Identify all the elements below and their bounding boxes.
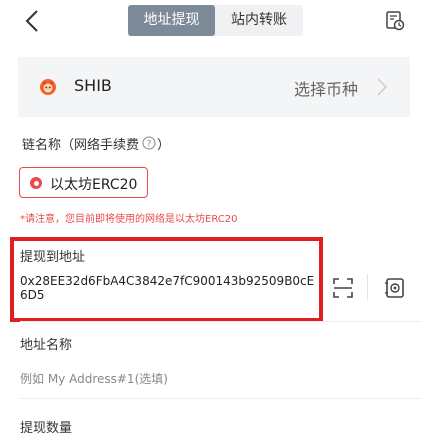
divider <box>20 321 422 322</box>
back-arrow-icon[interactable] <box>22 8 44 34</box>
chevron-right-icon <box>377 78 388 96</box>
address-name-label: 地址名称 <box>20 338 73 353</box>
vertical-divider <box>367 274 368 300</box>
chain-option-erc20[interactable]: 以太坊ERC20 <box>19 167 148 198</box>
top-bar: 地址提现 站内转账 <box>0 0 439 44</box>
withdraw-address-label: 提现到地址 <box>20 250 86 265</box>
withdraw-amount-label: 提现数量 <box>20 421 73 436</box>
svg-text:?: ? <box>147 139 152 149</box>
chain-name-text: 链名称（网络手续费 <box>22 137 140 153</box>
tab-address-withdraw[interactable]: 地址提现 <box>128 5 215 36</box>
help-icon[interactable]: ? <box>142 136 156 150</box>
address-book-icon[interactable] <box>384 277 406 299</box>
scan-qr-icon[interactable] <box>332 277 354 299</box>
chain-name-label: 链名称（网络手续费 ? ） <box>22 134 171 153</box>
choose-coin-label: 选择币种 <box>293 80 358 99</box>
divider <box>20 398 422 399</box>
history-record-icon[interactable] <box>385 10 405 32</box>
chain-name-text-close: ） <box>157 137 171 153</box>
coin-name: SHIB <box>74 76 112 95</box>
withdraw-type-switch: 地址提现 站内转账 <box>128 5 303 36</box>
selected-radio-icon <box>30 177 42 189</box>
network-warning: *请注意，您目前即将使用的网络是以太坊ERC20 <box>20 214 238 225</box>
chain-option-label: 以太坊ERC20 <box>50 177 138 193</box>
withdraw-address-input[interactable]: 0x28EE32d6FbA4C3842e7fC900143b92509B0cE6… <box>20 274 320 302</box>
address-name-input[interactable] <box>20 370 420 388</box>
coin-selector[interactable]: SHIB 选择币种 <box>18 57 410 117</box>
shib-coin-icon <box>40 79 56 95</box>
tab-internal-transfer[interactable]: 站内转账 <box>215 5 303 36</box>
